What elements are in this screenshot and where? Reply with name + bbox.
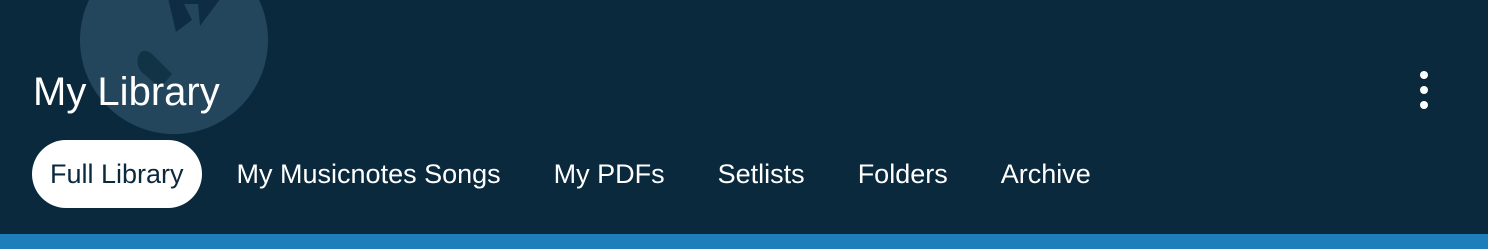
library-tabs: Full Library My Musicnotes Songs My PDFs… [32,140,1126,208]
tab-folders[interactable]: Folders [840,140,966,208]
app-header: My Library Full Library My Musicnotes So… [0,0,1488,234]
more-vertical-icon [1420,86,1428,94]
tab-full-library[interactable]: Full Library [32,140,202,208]
more-vertical-icon [1420,71,1428,79]
page-title: My Library [33,70,220,114]
tab-archive[interactable]: Archive [983,140,1109,208]
tab-my-pdfs[interactable]: My PDFs [536,140,683,208]
accent-bar [0,234,1488,249]
tab-setlists[interactable]: Setlists [700,140,823,208]
more-vertical-icon [1420,101,1428,109]
more-options-button[interactable] [1404,68,1444,112]
tab-my-musicnotes-songs[interactable]: My Musicnotes Songs [219,140,519,208]
